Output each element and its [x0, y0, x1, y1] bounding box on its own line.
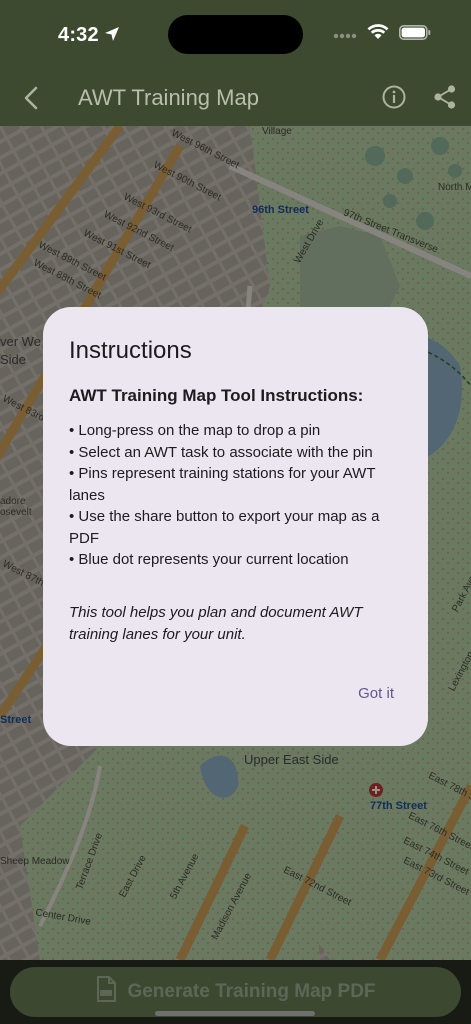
page-title: AWT Training Map [78, 85, 259, 110]
instructions-list: • Long-press on the map to drop a pin • … [69, 420, 405, 571]
list-item: • Use the share button to export your ma… [69, 508, 380, 547]
generate-pdf-button[interactable]: Generate Training Map PDF [10, 967, 461, 1017]
info-icon[interactable] [381, 84, 407, 115]
share-icon[interactable] [433, 84, 457, 115]
status-time: 4:32 [58, 24, 99, 46]
wifi-icon [367, 24, 389, 45]
app-bar: AWT Training Map [0, 70, 471, 126]
list-item: • Long-press on the map to drop a pin [69, 422, 321, 439]
dialog-note: This tool helps you plan and document AW… [69, 604, 363, 643]
instructions-dialog: Instructions AWT Training Map Tool Instr… [43, 307, 428, 746]
location-arrow-icon [104, 26, 120, 47]
signal-dots-icon [333, 26, 357, 44]
pdf-file-icon [95, 976, 117, 1008]
list-item: • Select an AWT task to associate with t… [69, 443, 373, 461]
list-item: • Pins represent training stations for y… [69, 465, 376, 504]
status-icons [333, 24, 431, 45]
dialog-heading: AWT Training Map Tool Instructions: [69, 386, 364, 405]
dynamic-island [168, 15, 303, 54]
battery-icon [399, 24, 431, 45]
got-it-button[interactable]: Got it [358, 685, 394, 702]
generate-pdf-label: Generate Training Map PDF [127, 981, 376, 1002]
list-item: • Blue dot represents your current locat… [69, 551, 349, 568]
status-bar: 4:32 [0, 0, 471, 70]
back-chevron-icon[interactable] [18, 84, 44, 117]
home-indicator [155, 1011, 315, 1016]
dialog-title: Instructions [69, 337, 192, 364]
